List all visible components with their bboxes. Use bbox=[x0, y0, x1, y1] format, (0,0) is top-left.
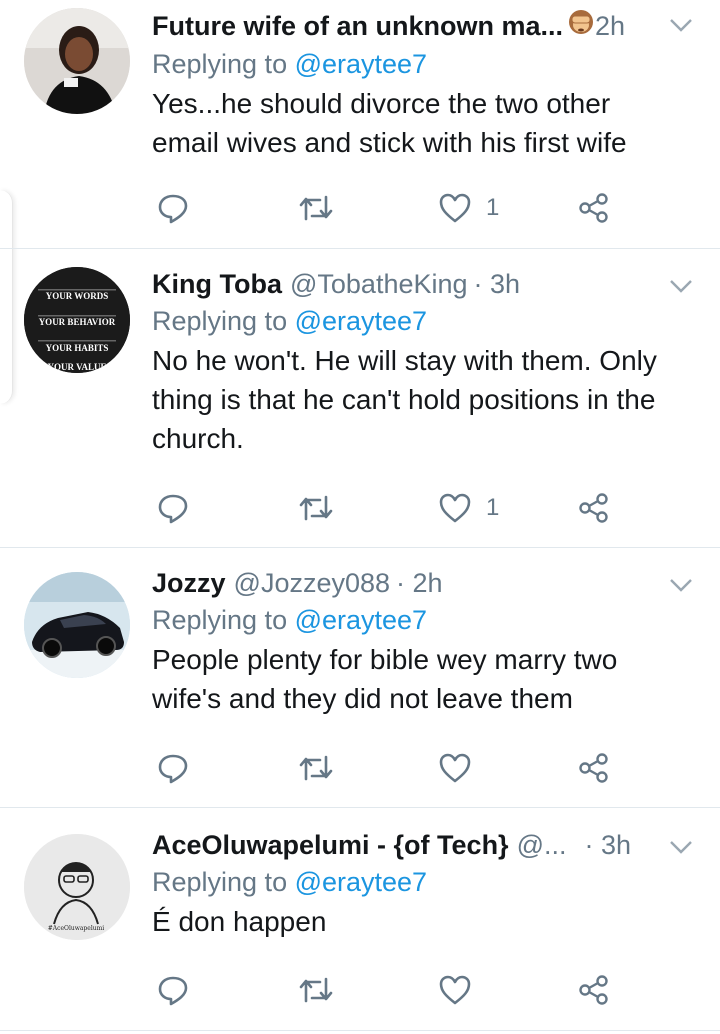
display-name[interactable]: King Toba bbox=[152, 267, 282, 301]
reply-icon bbox=[158, 976, 188, 1006]
display-name[interactable]: Future wife of an unknown ma... bbox=[152, 9, 563, 43]
share-button[interactable] bbox=[578, 970, 610, 1010]
tweet-header: Future wife of an unknown ma... 2h bbox=[152, 8, 690, 44]
reply-icon bbox=[158, 194, 188, 224]
share-icon bbox=[579, 193, 608, 223]
tweet-reply-1[interactable]: Future wife of an unknown ma... 2h Reply… bbox=[0, 0, 720, 248]
chevron-down-icon[interactable] bbox=[668, 16, 694, 34]
replying-prefix: Replying to bbox=[152, 605, 295, 635]
avatar[interactable]: YOUR WORDS YOUR BEHAVIOR YOUR HABITS YOU… bbox=[24, 267, 130, 373]
tweet-time: · 3h bbox=[473, 269, 521, 299]
reply-button[interactable] bbox=[156, 188, 190, 228]
like-count: 1 bbox=[486, 194, 500, 221]
share-button[interactable] bbox=[578, 488, 610, 528]
tweet-time: 2h bbox=[595, 11, 626, 41]
tweet-text: É don happen bbox=[152, 906, 327, 937]
mention-link[interactable]: @eraytee7 bbox=[295, 605, 427, 635]
share-icon bbox=[579, 975, 608, 1005]
reply-button[interactable] bbox=[156, 488, 190, 528]
reply-button[interactable] bbox=[156, 748, 190, 788]
like-button[interactable] bbox=[438, 970, 486, 1010]
tweet-time: · 2h bbox=[396, 568, 443, 598]
like-button[interactable]: 1 bbox=[438, 188, 499, 228]
replying-to: Replying to @eraytee7 bbox=[152, 301, 690, 341]
retweet-button[interactable] bbox=[298, 970, 334, 1010]
tweet-text: People plenty for bible wey marry two wi… bbox=[152, 644, 618, 714]
share-icon bbox=[579, 753, 608, 783]
replying-to: Replying to @eraytee7 bbox=[152, 600, 690, 640]
avatar-car-photo bbox=[24, 572, 130, 678]
display-name[interactable]: Jozzy bbox=[152, 566, 226, 600]
share-button[interactable] bbox=[578, 748, 610, 788]
tweet-text: Yes...he should divorce the two other em… bbox=[152, 88, 627, 158]
replying-to: Replying to @eraytee7 bbox=[152, 44, 690, 84]
retweet-icon bbox=[299, 755, 333, 781]
like-button[interactable] bbox=[438, 748, 486, 788]
reply-icon bbox=[158, 494, 188, 524]
chevron-down-icon[interactable] bbox=[668, 576, 694, 594]
retweet-icon bbox=[299, 195, 333, 221]
avatar-sketch: #AceOluwapelumi bbox=[24, 834, 130, 940]
handle[interactable]: @... bbox=[517, 828, 567, 862]
chevron-down-icon[interactable] bbox=[668, 277, 694, 295]
avatar-quote-image: YOUR WORDS YOUR BEHAVIOR YOUR HABITS YOU… bbox=[24, 267, 130, 373]
reply-button[interactable] bbox=[156, 970, 190, 1010]
heart-icon bbox=[439, 193, 471, 223]
tweet-text: No he won't. He will stay with them. Onl… bbox=[152, 345, 657, 454]
tweet-reply-4[interactable]: #AceOluwapelumi AceOluwapelumi - {of Tec… bbox=[0, 808, 720, 1030]
mention-link[interactable]: @eraytee7 bbox=[295, 49, 427, 79]
avatar[interactable] bbox=[24, 572, 130, 678]
retweet-button[interactable] bbox=[298, 488, 334, 528]
share-icon bbox=[579, 493, 608, 523]
svg-text:#AceOluwapelumi: #AceOluwapelumi bbox=[48, 925, 105, 932]
tweet-time: · 3h bbox=[584, 830, 632, 860]
heart-icon bbox=[439, 493, 471, 523]
svg-text:YOUR VALUE: YOUR VALUE bbox=[48, 362, 107, 372]
divider bbox=[0, 1030, 720, 1031]
svg-text:YOUR WORDS: YOUR WORDS bbox=[46, 291, 109, 301]
heart-icon bbox=[439, 753, 471, 783]
display-name[interactable]: AceOluwapelumi - {of Tech} bbox=[152, 828, 509, 862]
chevron-down-icon[interactable] bbox=[668, 838, 694, 856]
tweet-header: King Toba @TobatheKing · 3h bbox=[152, 267, 690, 301]
share-button[interactable] bbox=[578, 188, 610, 228]
like-count: 1 bbox=[486, 494, 500, 521]
retweet-icon bbox=[299, 977, 333, 1003]
mention-link[interactable]: @eraytee7 bbox=[295, 867, 427, 897]
tweet-header: AceOluwapelumi - {of Tech} @... · 3h bbox=[152, 828, 690, 862]
like-button[interactable]: 1 bbox=[438, 488, 499, 528]
handle[interactable]: @Jozzey088 bbox=[234, 566, 391, 600]
replying-prefix: Replying to bbox=[152, 867, 295, 897]
see-no-evil-monkey-icon bbox=[567, 8, 595, 44]
avatar[interactable] bbox=[24, 8, 130, 114]
heart-icon bbox=[439, 975, 471, 1005]
reply-icon bbox=[158, 754, 188, 784]
svg-text:YOUR HABITS: YOUR HABITS bbox=[46, 343, 109, 353]
tweet-header: Jozzy @Jozzey088 · 2h bbox=[152, 566, 690, 600]
replying-prefix: Replying to bbox=[152, 306, 295, 336]
tweet-reply-2[interactable]: YOUR WORDS YOUR BEHAVIOR YOUR HABITS YOU… bbox=[0, 249, 720, 547]
handle[interactable]: @TobatheKing bbox=[290, 267, 468, 301]
mention-link[interactable]: @eraytee7 bbox=[295, 306, 427, 336]
retweet-button[interactable] bbox=[298, 188, 334, 228]
retweet-button[interactable] bbox=[298, 748, 334, 788]
replying-to: Replying to @eraytee7 bbox=[152, 862, 690, 902]
tweet-reply-3[interactable]: Jozzy @Jozzey088 · 2h Replying to @erayt… bbox=[0, 548, 720, 808]
replying-prefix: Replying to bbox=[152, 49, 295, 79]
avatar[interactable]: #AceOluwapelumi bbox=[24, 834, 130, 940]
avatar-photo bbox=[24, 8, 130, 114]
retweet-icon bbox=[299, 495, 333, 521]
svg-text:YOUR BEHAVIOR: YOUR BEHAVIOR bbox=[39, 317, 116, 327]
